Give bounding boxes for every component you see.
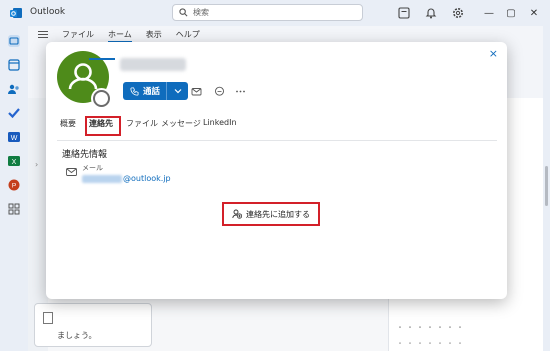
notes-icon[interactable]	[397, 6, 411, 20]
tab-divider	[57, 140, 497, 141]
expand-chevron-icon[interactable]: ›	[35, 160, 38, 169]
calendar-icon[interactable]	[7, 58, 21, 72]
search-input[interactable]: 検索	[172, 4, 363, 21]
reading-pane-text-2: ・・・・・・・	[396, 339, 466, 348]
minimize-button[interactable]: —	[481, 5, 497, 21]
email-icon[interactable]	[191, 86, 202, 97]
todo-icon[interactable]	[7, 106, 21, 120]
tab-overview[interactable]: 概要	[60, 118, 76, 129]
selected-tab-indicator	[89, 58, 115, 60]
powerpoint-icon[interactable]: P	[7, 178, 21, 192]
outlook-logo-icon	[10, 8, 22, 18]
call-label: 通話	[143, 87, 161, 97]
menu-help[interactable]: ヘルプ	[176, 29, 200, 43]
people-icon[interactable]	[7, 82, 21, 96]
tab-messages[interactable]: メッセージ	[161, 118, 201, 129]
call-button[interactable]: 通話	[123, 82, 188, 100]
email-local-part-redacted	[82, 174, 122, 183]
email-link[interactable]: @outlook.jp	[82, 174, 171, 183]
add-to-contacts-button[interactable]: 連絡先に追加する	[227, 206, 315, 222]
search-placeholder: 検索	[193, 8, 209, 17]
tab-linkedin[interactable]: LinkedIn	[203, 118, 237, 127]
contact-name-redacted	[120, 58, 186, 71]
chat-icon[interactable]	[214, 86, 225, 97]
document-icon	[43, 312, 53, 324]
close-dialog-button[interactable]: ×	[489, 47, 498, 60]
presence-status-icon	[93, 90, 110, 107]
add-person-icon	[232, 209, 242, 219]
highlight-box-contact-tab	[85, 116, 121, 136]
chevron-down-icon	[174, 89, 181, 94]
call-main-button[interactable]: 通話	[123, 82, 167, 100]
word-icon[interactable]: W	[7, 130, 21, 144]
menu-home[interactable]: ホーム	[108, 29, 132, 43]
hamburger-menu-icon[interactable]	[38, 31, 48, 38]
scrollbar[interactable]	[543, 26, 550, 351]
section-title: 連絡先情報	[62, 150, 108, 160]
svg-text:X: X	[12, 159, 17, 166]
add-to-contacts-label: 連絡先に追加する	[246, 209, 310, 219]
title-bar: Outlook 検索 — ▢ ✕	[0, 0, 550, 26]
highlight-box-add-contact: 連絡先に追加する	[222, 202, 320, 226]
reading-pane-text: ・・・・・・・	[396, 323, 466, 332]
more-options-icon[interactable]	[235, 86, 246, 97]
maximize-button[interactable]: ▢	[503, 5, 519, 21]
email-label: メール	[82, 164, 103, 172]
search-icon	[179, 8, 188, 17]
call-options-dropdown[interactable]	[167, 82, 188, 100]
menu-view[interactable]: 表示	[146, 29, 162, 43]
svg-text:W: W	[11, 135, 18, 142]
mail-app-icon[interactable]	[7, 34, 21, 48]
excel-icon[interactable]: X	[7, 154, 21, 168]
email-domain: @outlook.jp	[123, 174, 171, 183]
gear-icon[interactable]	[451, 6, 465, 20]
bell-icon[interactable]	[424, 6, 438, 20]
mail-icon	[66, 168, 77, 176]
more-apps-icon[interactable]	[7, 202, 21, 216]
tip-card: ましょう。	[34, 303, 152, 347]
app-rail: W X P	[0, 26, 28, 351]
menu-file[interactable]: ファイル	[62, 29, 94, 43]
svg-text:P: P	[12, 183, 16, 190]
tab-files[interactable]: ファイル	[126, 118, 158, 129]
menu-bar: ファイル ホーム 表示 ヘルプ	[62, 29, 214, 43]
phone-icon	[130, 86, 139, 96]
app-title: Outlook	[30, 7, 66, 17]
close-window-button[interactable]: ✕	[526, 5, 542, 21]
contact-card-dialog: × 通話 概要 連絡先 ファイル メッセージ LinkedIn 連絡先情報 メー…	[46, 42, 507, 299]
tip-card-text: ましょう。	[57, 331, 97, 340]
